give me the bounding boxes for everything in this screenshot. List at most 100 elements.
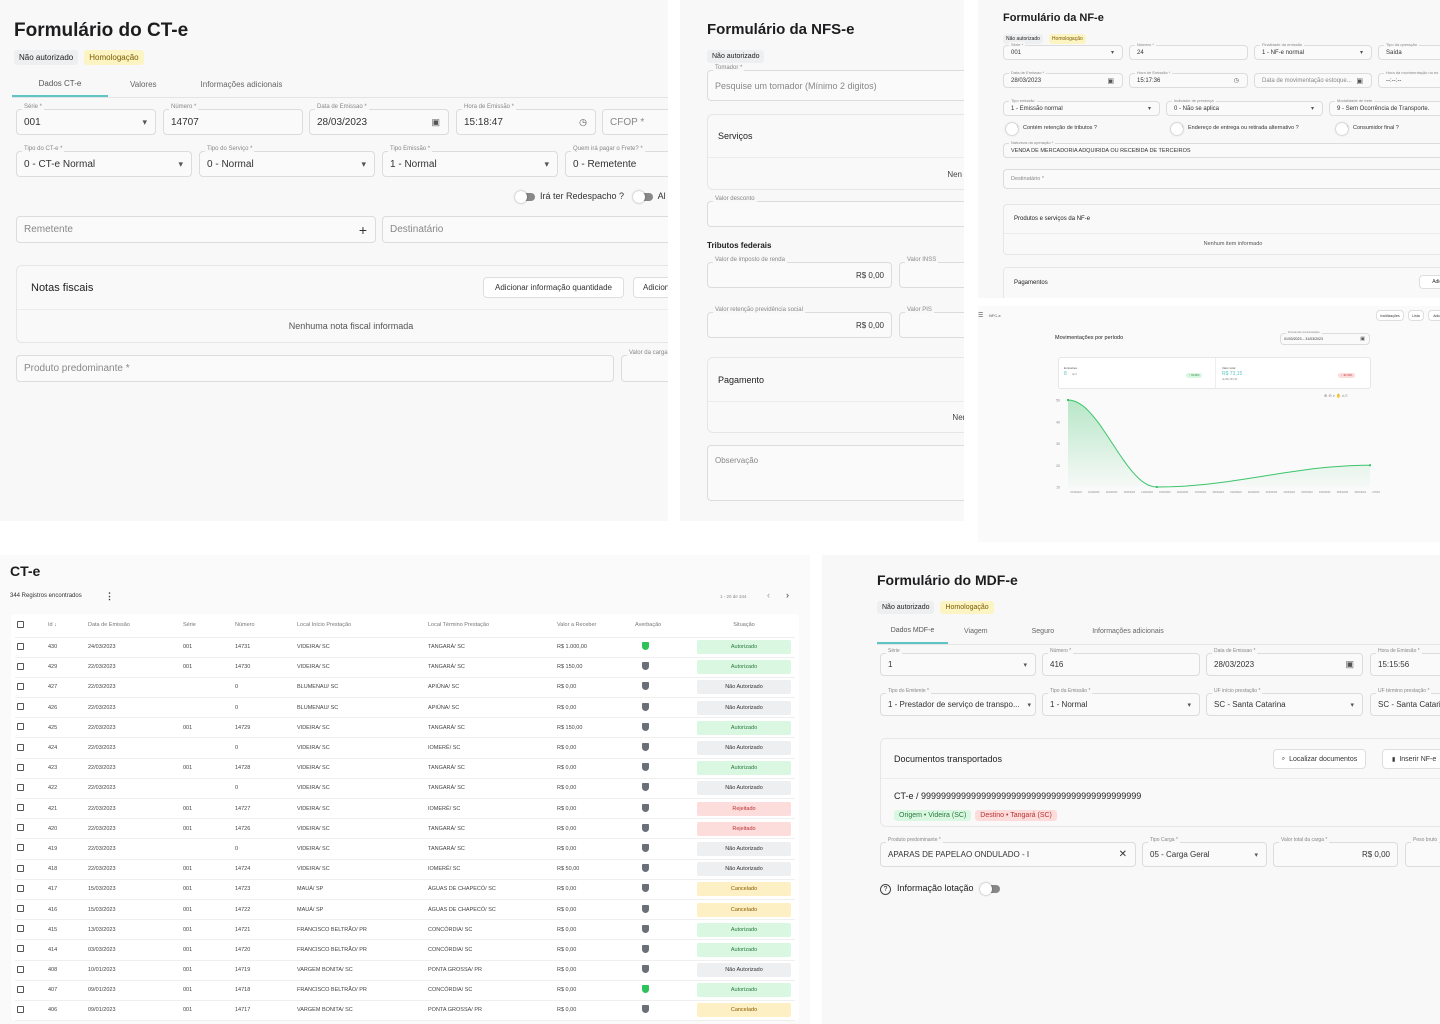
observacao-textarea[interactable]: Observação	[707, 445, 964, 501]
col-local-termino[interactable]: Local Término Prestação	[428, 614, 557, 638]
uf-termino-select[interactable]: UF término prestação *SC - Santa Catarin…	[1370, 688, 1440, 716]
add-nota-button[interactable]: Adicion	[633, 277, 668, 298]
produto-predominante-field[interactable]: Produto predominante *	[16, 355, 614, 382]
help-icon[interactable]: ?	[880, 884, 891, 895]
table-row[interactable]: 426 22/03/2023 0 BLUMENAU/ SC APIÚNA/ SC R$ 0…	[15, 697, 795, 719]
table-row[interactable]: 425 22/03/2023 001 14729 VIDEIRA/ SC TANGARÁ/…	[15, 717, 795, 739]
row-checkbox[interactable]	[17, 905, 24, 913]
retencao-toggle[interactable]	[1006, 123, 1018, 136]
table-row[interactable]: 408 10/01/2023 001 14719 VARGEM BONITA/ SC PO…	[15, 960, 795, 981]
col-id[interactable]: Id ↓	[48, 614, 88, 638]
row-checkbox[interactable]	[17, 662, 24, 670]
serie-select[interactable]: Série 1 ▾	[880, 648, 1036, 676]
remetente-field[interactable]: Remetente +	[16, 216, 376, 243]
next-page-icon[interactable]: ›	[786, 590, 789, 600]
clock-icon[interactable]: ◷	[1234, 77, 1239, 84]
data-emissao-field[interactable]: Data de Emissao * 28/03/2023 ▣	[1003, 70, 1123, 88]
numero-field[interactable]: Número * 24	[1129, 42, 1248, 60]
table-row[interactable]: 422 22/03/2023 0 VIDEIRA/ SC TANGARÁ/ SC R$ 0…	[15, 778, 795, 800]
produto-predominante-field[interactable]: Produto predominante * APARAS DE PAPELAO …	[880, 837, 1136, 867]
row-checkbox[interactable]	[17, 945, 24, 953]
valor-carga-field[interactable]: Valor total da carga * R$ 0,00	[1273, 837, 1398, 867]
chart-data-point[interactable]	[1369, 464, 1371, 467]
inutilizacoes-button[interactable]: Inutilizações	[1376, 310, 1404, 321]
row-checkbox[interactable]	[17, 1005, 24, 1013]
col-local-inicio[interactable]: Local Início Prestação	[297, 614, 428, 638]
clock-icon[interactable]: ◷	[579, 117, 587, 128]
select-all-checkbox[interactable]	[17, 620, 24, 628]
valor-carga-field[interactable]: Valor da carga	[621, 350, 668, 382]
serie-select[interactable]: Série * 001 ▾	[16, 104, 156, 135]
endereco-alternativo-toggle[interactable]	[1171, 123, 1183, 136]
calendar-icon[interactable]: ▣	[1345, 659, 1354, 670]
row-checkbox[interactable]	[17, 824, 24, 832]
hora-emissao-field[interactable]: Hora de Emissão * 15:15:56	[1370, 648, 1440, 676]
serie-select[interactable]: Série * 001 ▾	[1003, 42, 1123, 60]
tipo-carga-select[interactable]: Tipo Carga * 05 - Carga Geral ▾	[1142, 837, 1267, 867]
prev-page-icon[interactable]: ‹	[767, 590, 770, 600]
row-checkbox[interactable]	[17, 985, 24, 993]
tab-informacoes-adicionais[interactable]: Informações adicionais	[179, 71, 305, 97]
add-pagamento-button[interactable]: Adicio	[1419, 275, 1440, 289]
row-checkbox[interactable]	[17, 703, 24, 711]
adicionar-button[interactable]: Adicio	[1428, 310, 1440, 321]
chart-data-point[interactable]	[1067, 399, 1069, 401]
imposto-renda-field[interactable]: Valor de imposto de renda R$ 0,00	[707, 257, 892, 288]
calendar-icon[interactable]: ▣	[1356, 77, 1363, 85]
finalidade-select[interactable]: Finalidade da emissão 1 - NF-e normal ▾	[1254, 42, 1372, 60]
destinatario-field[interactable]: Destinatário	[382, 216, 668, 243]
add-quantity-info-button[interactable]: Adicionar informação quantidade	[483, 277, 624, 298]
tab-valores[interactable]: Valores	[108, 71, 179, 97]
table-row[interactable]: 417 15/03/2023 001 14723 MAUÁ/ SP ÁGUAS DE CH…	[15, 879, 795, 900]
tab-seguro[interactable]: Seguro	[1016, 618, 1083, 644]
clear-icon[interactable]: ✕	[1119, 849, 1127, 860]
plus-icon[interactable]: +	[359, 222, 367, 238]
row-checkbox[interactable]	[17, 844, 24, 852]
row-checkbox[interactable]	[17, 723, 24, 731]
row-checkbox[interactable]	[17, 884, 24, 892]
indicador-presenca-select[interactable]: Indicador de presença 0 - Não se aplica ▾	[1166, 98, 1323, 116]
table-row[interactable]: 414 03/03/2023 001 14720 FRANCISCO BELTRÃO/ …	[15, 939, 795, 961]
table-row[interactable]: 429 22/03/2023 001 14730 VIDEIRA/ SC TANGARÁ/…	[15, 657, 795, 678]
tab-dados-cte[interactable]: Dados CT-e	[12, 71, 108, 97]
table-row[interactable]: 418 22/03/2023 001 14724 VIDEIRA/ SC IOMERÊ/ …	[15, 859, 795, 880]
secondary-toggle[interactable]	[632, 190, 653, 203]
redespacho-toggle[interactable]	[515, 190, 535, 203]
row-checkbox[interactable]	[17, 864, 24, 872]
tipo-cte-select[interactable]: Tipo do CT-e * 0 - CT-e Normal ▾	[16, 146, 192, 177]
table-row[interactable]: 406 09/01/2023 001 14717 VARGEM BONITA/ SC PO…	[15, 1000, 795, 1022]
lista-button[interactable]: Lista	[1408, 310, 1424, 321]
table-row[interactable]: 407 09/01/2023 001 14718 FRANCISCO BELTRÃO/ …	[15, 980, 795, 1001]
col-numero[interactable]: Número	[235, 614, 297, 638]
tipo-operacao-select[interactable]: Tipo da operação Saída	[1378, 42, 1440, 60]
row-checkbox[interactable]	[17, 763, 24, 771]
valor-desconto-field[interactable]: Valor descontoR	[707, 196, 964, 227]
previdencia-field[interactable]: Valor retenção previdência social R$ 0,00	[707, 307, 892, 338]
data-emissao-field[interactable]: Data de Emissao * 28/03/2023 ▣	[1206, 648, 1363, 676]
row-checkbox[interactable]	[17, 682, 24, 690]
hora-emissao-field[interactable]: Hora de Emissão * 15:18:47 ◷	[456, 104, 596, 135]
lotacao-toggle[interactable]	[980, 882, 1001, 895]
tipo-servico-select[interactable]: Tipo do Serviço * 0 - Normal ▾	[199, 146, 375, 177]
col-situacao[interactable]: Situação	[693, 614, 795, 638]
table-row[interactable]: 415 13/03/2023 001 14721 FRANCISCO BELTRÃO/ …	[15, 919, 795, 941]
hora-emissao-field[interactable]: Hora de Emissão * 15:17:36 ◷	[1129, 70, 1248, 88]
col-averbacao[interactable]: Averbação	[635, 614, 693, 638]
hora-movimentacao-field[interactable]: Hora da movimentação no es --:--:--	[1378, 70, 1440, 88]
row-checkbox[interactable]	[17, 743, 24, 751]
table-row[interactable]: 421 22/03/2023 001 14727 VIDEIRA/ SC IOMERÊ/ …	[15, 798, 795, 820]
table-row[interactable]: 424 22/03/2023 0 VIDEIRA/ SC IOMERÊ/ SC R$ 0,…	[15, 737, 795, 759]
inserir-nfe-button[interactable]: ▮ Inserir NF-e	[1382, 749, 1440, 769]
row-checkbox[interactable]	[17, 783, 24, 791]
pis-field[interactable]: Valor PIS	[899, 307, 964, 338]
table-row[interactable]: 420 22/03/2023 001 14726 VIDEIRA/ SC TANGARÁ/…	[15, 818, 795, 840]
tipo-emissao-select[interactable]: Tipo da Emissão * 1 - Normal ▾	[1042, 688, 1200, 716]
table-row[interactable]: 427 22/03/2023 0 BLUMENAU/ SC APIÚNA/ SC R$ 0…	[15, 677, 795, 699]
period-field[interactable]: Período das movimentações 01/03/2023 – 31…	[1280, 331, 1370, 345]
table-row[interactable]: 419 22/03/2023 0 VIDEIRA/ SC TANGARÁ/ SC R$ 0…	[15, 838, 795, 860]
menu-icon[interactable]: ☰	[978, 312, 983, 319]
inss-field[interactable]: Valor INSS	[899, 257, 964, 288]
natureza-operacao-field[interactable]: Natureza da operação * VENDA DE MERCADORI…	[1003, 140, 1440, 158]
chart-data-point[interactable]	[1155, 486, 1158, 488]
numero-field[interactable]: Número * 14707	[163, 104, 303, 135]
